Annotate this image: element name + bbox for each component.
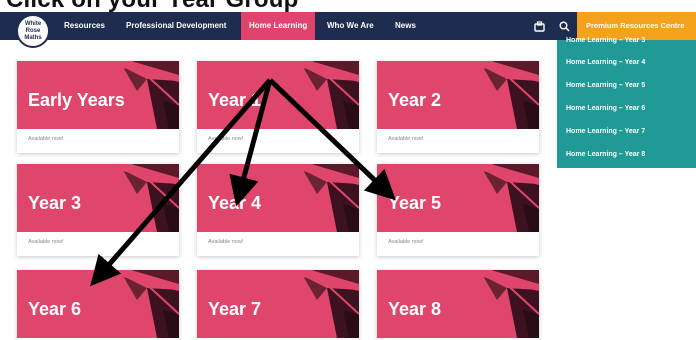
arrow-to-year-5 [268,78,396,201]
annotation-arrows [90,78,396,287]
